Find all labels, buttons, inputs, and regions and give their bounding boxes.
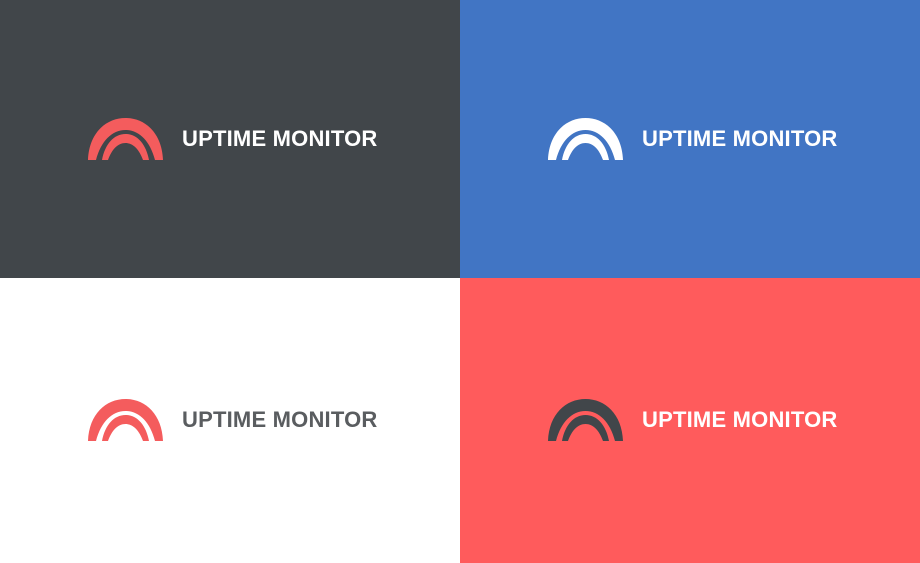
brand-logo: UPTIME MONITOR: [546, 116, 838, 162]
logo-panel-blue: UPTIME MONITOR: [460, 0, 920, 278]
brand-logo: UPTIME MONITOR: [86, 397, 378, 443]
rainbow-arch-icon: [548, 118, 623, 160]
brand-wordmark: UPTIME MONITOR: [642, 407, 838, 432]
brand-wordmark: UPTIME MONITOR: [182, 126, 378, 151]
logo-panel-dark: UPTIME MONITOR: [0, 0, 460, 278]
brand-logo: UPTIME MONITOR: [86, 116, 378, 162]
brand-logo: UPTIME MONITOR: [546, 397, 838, 443]
logo-panel-white: UPTIME MONITOR: [0, 278, 460, 563]
logo-variants-grid: UPTIME MONITOR UPTIME MONITOR UPTIME MON…: [0, 0, 920, 563]
brand-wordmark: UPTIME MONITOR: [642, 126, 838, 151]
rainbow-arch-icon: [88, 118, 163, 160]
logo-panel-coral: UPTIME MONITOR: [460, 278, 920, 563]
rainbow-arch-icon: [88, 399, 163, 441]
brand-wordmark: UPTIME MONITOR: [182, 407, 378, 432]
rainbow-arch-icon: [548, 399, 623, 441]
